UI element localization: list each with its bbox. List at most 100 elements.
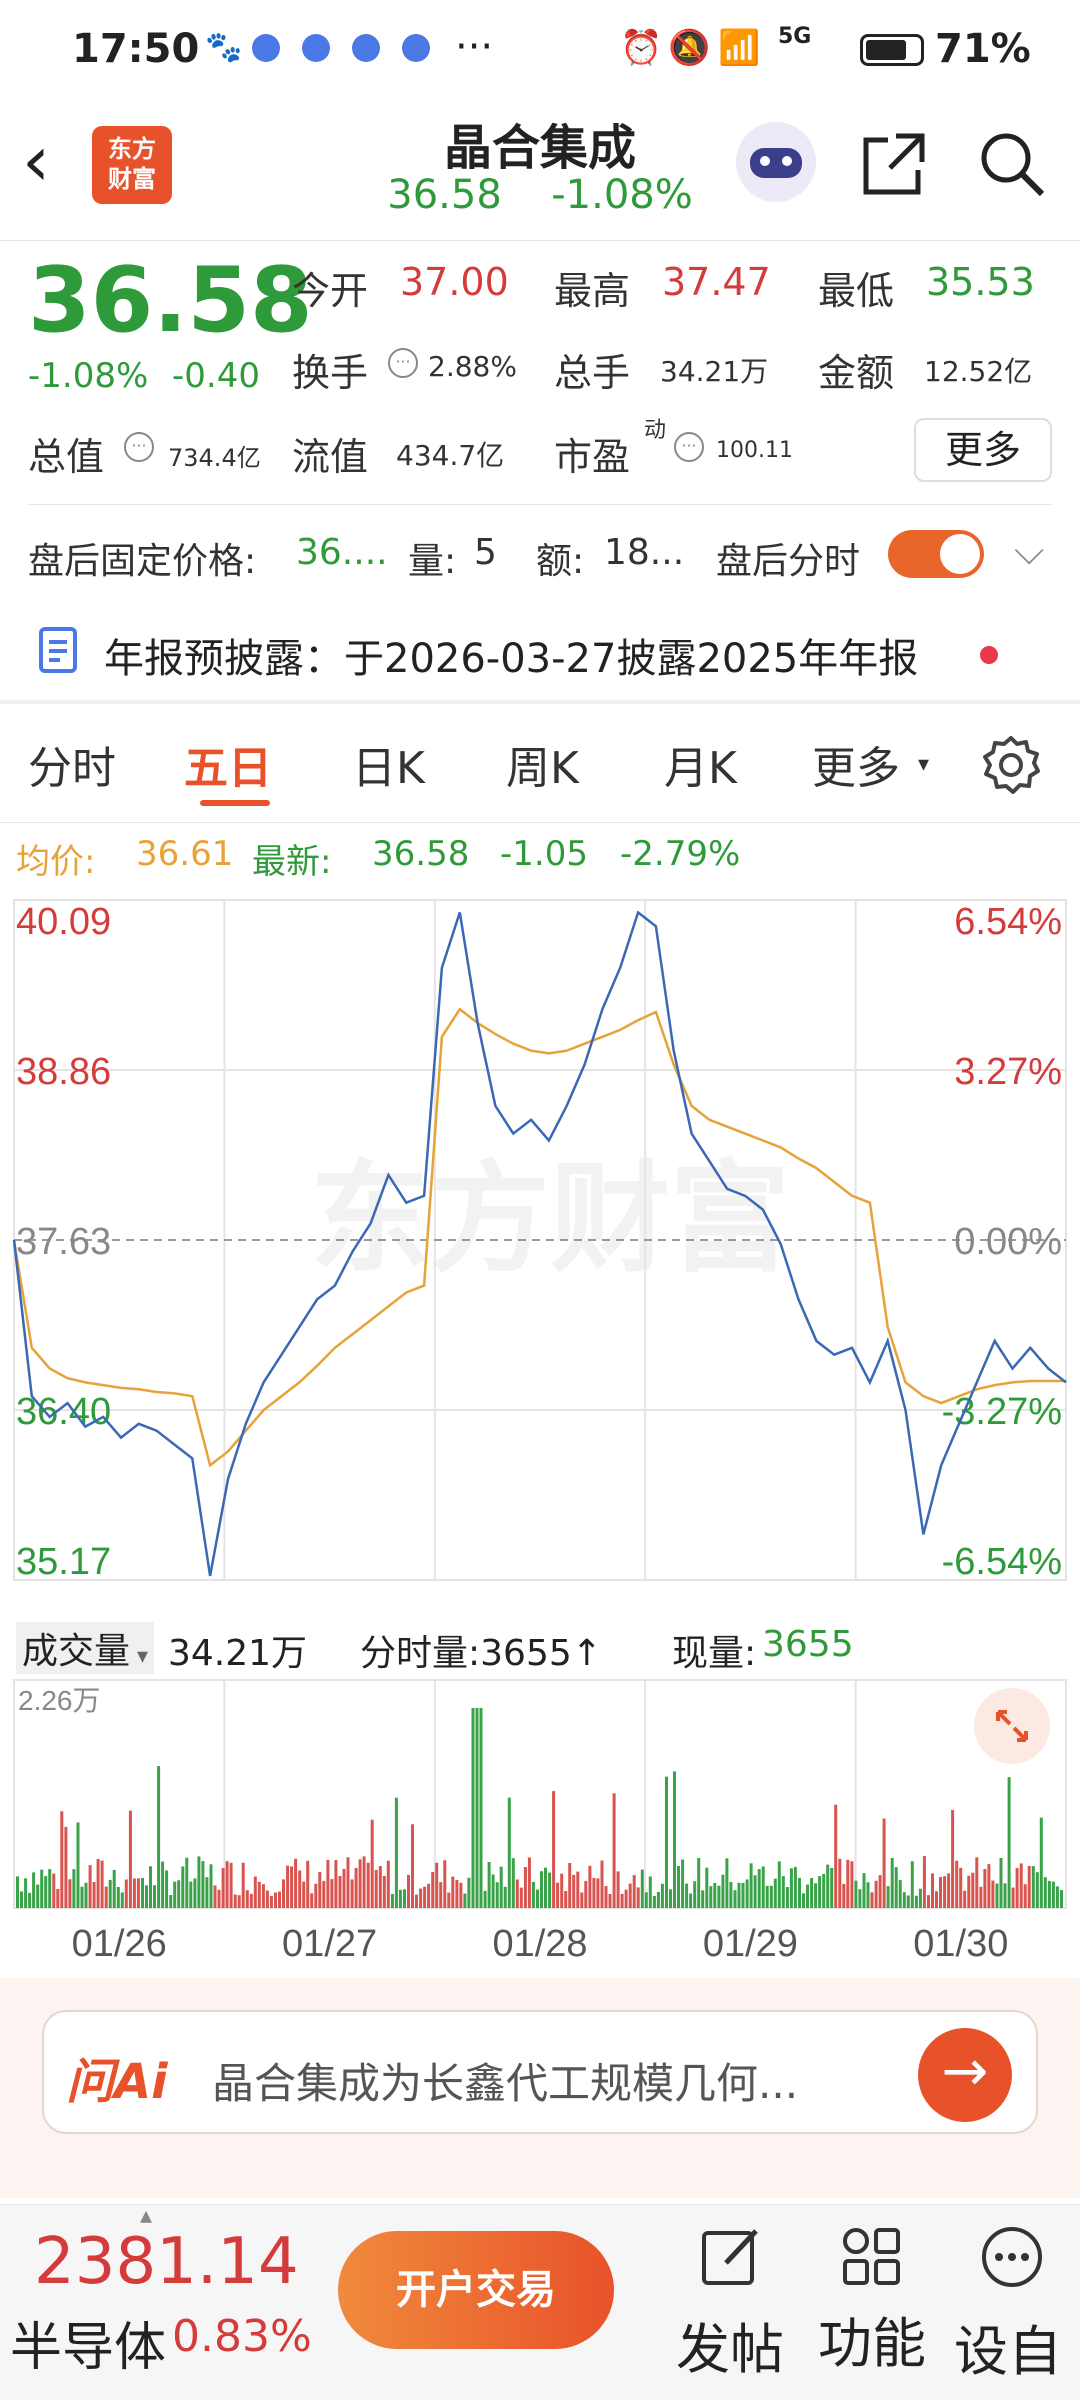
volume-bar	[136, 1878, 140, 1908]
volume-bar	[640, 1869, 644, 1908]
info-icon[interactable]: ···	[388, 348, 418, 378]
float-value: 434.7亿	[396, 439, 505, 472]
volume-bar	[652, 1895, 656, 1908]
volume-bar	[834, 1804, 838, 1908]
x-date-label: 01/29	[703, 1923, 798, 1965]
volume-bar	[36, 1884, 40, 1908]
more-button[interactable]: 更多	[914, 418, 1052, 482]
volume-bar	[874, 1880, 878, 1908]
volume-bar	[717, 1885, 721, 1908]
volume-bar	[773, 1878, 777, 1908]
after-hours-time-label: 盘后分时	[716, 541, 861, 582]
volume-bar	[286, 1865, 290, 1908]
latest-value: 36.58	[372, 834, 470, 874]
volume-bar	[20, 1891, 23, 1908]
volume-selector[interactable]: 成交量 ▾	[16, 1622, 155, 1674]
volume-bar	[459, 1882, 463, 1908]
volume-bar	[624, 1889, 628, 1908]
info-icon[interactable]: ···	[124, 432, 154, 462]
volume-bar	[757, 1869, 761, 1908]
volume-bar	[463, 1893, 467, 1908]
search-icon[interactable]	[976, 128, 1048, 200]
index-value[interactable]: 2381.14	[34, 2225, 299, 2299]
volume-bar	[88, 1865, 92, 1908]
volume-bar	[802, 1893, 805, 1908]
volume-bar	[1019, 1863, 1023, 1908]
volume-bar	[693, 1881, 697, 1908]
ai-question-box[interactable]: 问Ai 晶合集成为长鑫代工规模几何... →	[42, 2010, 1038, 2134]
arrow-right-icon[interactable]: →	[918, 2028, 1012, 2122]
volume-bar	[84, 1882, 88, 1908]
volume-bar	[302, 1881, 306, 1908]
y-price-label: 40.09	[16, 901, 111, 943]
volume-bar	[632, 1875, 636, 1908]
ai-section: 问Ai 晶合集成为长鑫代工规模几何... →	[0, 1978, 1080, 2198]
tab-five-day[interactable]: 五日	[184, 732, 272, 796]
post-button[interactable]: 发帖	[672, 2215, 788, 2395]
tab-more[interactable]: 更多	[812, 732, 900, 796]
high-value: 37.47	[662, 260, 771, 304]
volume-bar	[818, 1876, 822, 1908]
volume-bar	[128, 1810, 132, 1908]
volume-bar	[616, 1871, 620, 1908]
volume-bar	[447, 1892, 451, 1908]
gear-icon[interactable]	[980, 734, 1042, 796]
volume-bar	[475, 1708, 479, 1908]
custom-button[interactable]: 设自	[952, 2215, 1072, 2395]
volume-bar	[269, 1896, 273, 1908]
volume-bar	[636, 1887, 640, 1908]
volume-bar	[552, 1791, 556, 1908]
current-volume: 3655	[762, 1624, 854, 1665]
after-hours-vol-label: 量:	[408, 541, 457, 582]
volume-bar	[798, 1877, 801, 1908]
volume-bar	[314, 1883, 318, 1908]
volume-bar	[914, 1895, 918, 1908]
volume-bar	[48, 1869, 52, 1908]
share-icon[interactable]	[858, 128, 930, 200]
volume-bar	[846, 1859, 850, 1908]
index-name[interactable]: 半导体	[10, 2305, 166, 2380]
volume-bar	[882, 1818, 886, 1908]
volume-bar	[1007, 1777, 1011, 1908]
volume-bar	[935, 1891, 938, 1908]
post-label: 发帖	[676, 2318, 784, 2381]
volume-chart[interactable]: 2.26万 01/26 01/27 01/28 01/29 01/30	[0, 1676, 1080, 1976]
volume-bar	[1003, 1883, 1007, 1908]
volume-bar	[886, 1886, 890, 1908]
robot-assistant-icon[interactable]	[736, 122, 816, 202]
tab-weekly-k[interactable]: 周K	[506, 732, 579, 796]
function-button[interactable]: 功能	[814, 2215, 930, 2395]
after-hours-toggle[interactable]	[888, 530, 984, 578]
volume-bar	[793, 1866, 797, 1908]
header: ‹ 东方 财富 晶合集成 36.58 -1.08%	[0, 100, 1080, 240]
volume-bar	[806, 1884, 809, 1908]
app-notify-icon	[252, 34, 280, 62]
tab-intraday[interactable]: 分时	[28, 732, 116, 796]
volume-bar	[564, 1891, 568, 1908]
expand-button[interactable]	[974, 1688, 1050, 1764]
volume-bar	[455, 1879, 459, 1908]
volume-bar	[221, 1868, 225, 1908]
volume-bar	[939, 1877, 942, 1908]
volume-bar	[733, 1890, 737, 1908]
tab-monthly-k[interactable]: 月K	[664, 732, 737, 796]
volume-bar	[298, 1870, 302, 1908]
price-chart[interactable]: 东方财富 40.09 6.54% 38.86 3.27% 37.63 0.00% 36.40…	[0, 890, 1080, 1610]
info-icon[interactable]: ···	[674, 432, 704, 462]
index-pct: 0.83%	[172, 2311, 312, 2362]
volume-bar	[124, 1879, 128, 1908]
mktcap-label: 总值	[28, 435, 105, 479]
volume-bar	[56, 1889, 60, 1908]
volume-bar	[237, 1895, 241, 1908]
volume-bar	[495, 1882, 499, 1908]
latest-change-pct: -2.79%	[620, 834, 741, 874]
open-account-trade-button[interactable]: 开户交易	[338, 2231, 614, 2349]
high-label: 最高	[554, 269, 631, 313]
custom-label: 设自	[954, 2320, 1062, 2383]
chevron-down-icon[interactable]: ⌵	[1014, 528, 1044, 574]
notice-bar[interactable]: 年报预披露：于2026-03-27披露2025年年报	[0, 604, 1080, 694]
volume-bar	[955, 1860, 959, 1908]
volume-bar	[523, 1867, 527, 1908]
after-hours-vol: 5	[474, 532, 497, 573]
tab-daily-k[interactable]: 日K	[352, 732, 425, 796]
